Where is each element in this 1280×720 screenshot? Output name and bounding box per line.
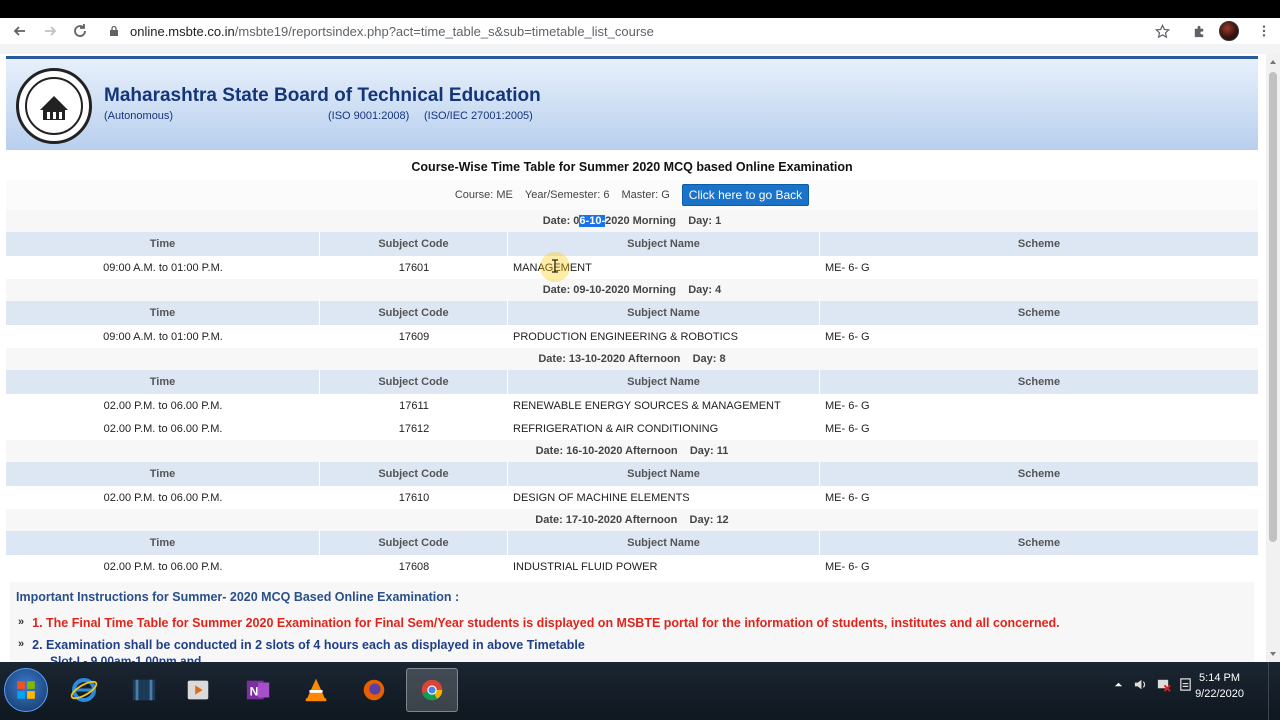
scrollbar-thumb[interactable] bbox=[1269, 72, 1277, 542]
url-path: /msbte19/reportsindex.php?act=time_table… bbox=[234, 23, 654, 39]
clock-date: 9/22/2020 bbox=[1195, 688, 1244, 700]
vlc-icon[interactable] bbox=[290, 668, 342, 712]
page-viewport: Maharashtra State Board of Technical Edu… bbox=[0, 54, 1266, 662]
date-row: Date: 17-10-2020 Afternoon Day: 12 bbox=[6, 509, 1258, 531]
url-host: online.msbte.co.in bbox=[130, 23, 235, 39]
table-row: 02.00 P.M. to 06.00 P.M. 17610 DESIGN OF… bbox=[6, 486, 1258, 509]
table-row: 09:00 A.M. to 01:00 P.M. 17601 MANAGEMEN… bbox=[6, 256, 1258, 279]
start-button[interactable] bbox=[4, 668, 48, 712]
date-row: Date: 06-10-2020 Morning Day: 1 bbox=[6, 210, 1258, 232]
column-header-row: Time Subject Code Subject Name Scheme bbox=[6, 232, 1258, 256]
msbte-logo bbox=[16, 68, 92, 144]
date-row: Date: 09-10-2020 Morning Day: 4 bbox=[6, 279, 1258, 301]
column-header-row: Time Subject Code Subject Name Scheme bbox=[6, 370, 1258, 394]
course-meta-row: Course: ME Year/Semester: 6 Master: G Cl… bbox=[6, 180, 1258, 210]
double-chevron-icon: » bbox=[18, 616, 25, 628]
table-row: 02.00 P.M. to 06.00 P.M. 17608 INDUSTRIA… bbox=[6, 555, 1258, 578]
date-row: Date: 16-10-2020 Afternoon Day: 11 bbox=[6, 440, 1258, 462]
page-content: Maharashtra State Board of Technical Edu… bbox=[6, 56, 1258, 662]
slot-line: Slot-I - 9.00am-1.00pm and bbox=[50, 654, 202, 662]
board-name: Maharashtra State Board of Technical Edu… bbox=[104, 85, 541, 106]
firefox-icon[interactable] bbox=[348, 668, 400, 712]
bookmark-star-icon[interactable] bbox=[1152, 21, 1172, 41]
scroll-down-arrow-icon[interactable] bbox=[1269, 650, 1277, 658]
internet-explorer-icon[interactable] bbox=[58, 668, 110, 712]
instructions-panel: Important Instructions for Summer- 2020 … bbox=[10, 582, 1254, 662]
text-cursor-icon bbox=[552, 259, 558, 273]
extensions-puzzle-icon[interactable] bbox=[1189, 21, 1209, 41]
table-row: 09:00 A.M. to 01:00 P.M. 17609 PRODUCTIO… bbox=[6, 325, 1258, 348]
iso-9001-label: (ISO 9001:2008) bbox=[328, 110, 410, 122]
instruction-item: » 1. The Final Time Table for Summer 202… bbox=[18, 616, 1060, 630]
iso-27001-label: (ISO/IEC 27001:2005) bbox=[424, 110, 533, 122]
instruction-item: » 2. Examination shall be conducted in 2… bbox=[18, 638, 585, 652]
lock-icon bbox=[110, 25, 118, 36]
table-row: 02.00 P.M. to 06.00 P.M. 17611 RENEWABLE… bbox=[6, 394, 1258, 417]
chrome-icon[interactable] bbox=[406, 668, 458, 712]
site-header: Maharashtra State Board of Technical Edu… bbox=[6, 56, 1258, 150]
browser-menu-icon[interactable] bbox=[1254, 21, 1274, 41]
windows-logo-icon bbox=[17, 681, 35, 699]
timetable-title: Course-Wise Time Table for Summer 2020 M… bbox=[411, 160, 853, 174]
table-row: 02.00 P.M. to 06.00 P.M. 17612 REFRIGERA… bbox=[6, 417, 1258, 440]
toolbar-separator bbox=[0, 44, 1280, 54]
col-scheme: Scheme bbox=[1017, 238, 1061, 250]
year-semester-label: Year/Semester: 6 bbox=[524, 189, 610, 201]
action-center-icon[interactable] bbox=[1177, 676, 1193, 692]
double-chevron-icon: » bbox=[18, 638, 25, 650]
window-top-strip bbox=[0, 0, 1280, 18]
windows-taskbar: N 5:14 PM 9/22/2020 bbox=[0, 662, 1280, 720]
selected-text: 6-10- bbox=[579, 215, 606, 227]
master-label: Master: G bbox=[621, 189, 670, 201]
date-row: Date: 13-10-2020 Afternoon Day: 8 bbox=[6, 348, 1258, 370]
course-label: Course: ME bbox=[454, 189, 513, 201]
onenote-icon[interactable]: N bbox=[232, 668, 284, 712]
show-desktop-button[interactable] bbox=[1268, 662, 1280, 720]
col-subject-code: Subject Code bbox=[320, 232, 508, 256]
column-header-row: Time Subject Code Subject Name Scheme bbox=[6, 301, 1258, 325]
network-icon[interactable] bbox=[1155, 676, 1171, 692]
svg-text:N: N bbox=[250, 685, 259, 699]
instructions-title: Important Instructions for Summer- 2020 … bbox=[16, 590, 460, 604]
col-time: Time bbox=[6, 232, 320, 256]
media-player-icon[interactable] bbox=[172, 668, 224, 712]
column-header-row: Time Subject Code Subject Name Scheme bbox=[6, 531, 1258, 555]
column-header-row: Time Subject Code Subject Name Scheme bbox=[6, 462, 1258, 486]
back-arrow-icon[interactable] bbox=[10, 21, 30, 41]
autonomous-label: (Autonomous) bbox=[104, 110, 174, 122]
system-clock[interactable]: 5:14 PM 9/22/2020 bbox=[1195, 670, 1244, 702]
reload-icon[interactable] bbox=[70, 21, 90, 41]
address-bar[interactable]: online.msbte.co.in/msbte19/reportsindex.… bbox=[108, 20, 654, 42]
tray-expand-icon[interactable] bbox=[1110, 676, 1126, 692]
clock-time: 5:14 PM bbox=[1199, 672, 1241, 684]
profile-avatar[interactable] bbox=[1219, 21, 1239, 41]
volume-icon[interactable] bbox=[1132, 676, 1148, 692]
go-back-button[interactable]: Click here to go Back bbox=[681, 184, 810, 206]
file-explorer-icon[interactable] bbox=[118, 668, 170, 712]
vertical-scrollbar[interactable] bbox=[1266, 54, 1280, 662]
scroll-up-arrow-icon[interactable] bbox=[1269, 58, 1277, 66]
browser-toolbar: online.msbte.co.in/msbte19/reportsindex.… bbox=[0, 18, 1280, 44]
forward-arrow-icon[interactable] bbox=[40, 21, 60, 41]
